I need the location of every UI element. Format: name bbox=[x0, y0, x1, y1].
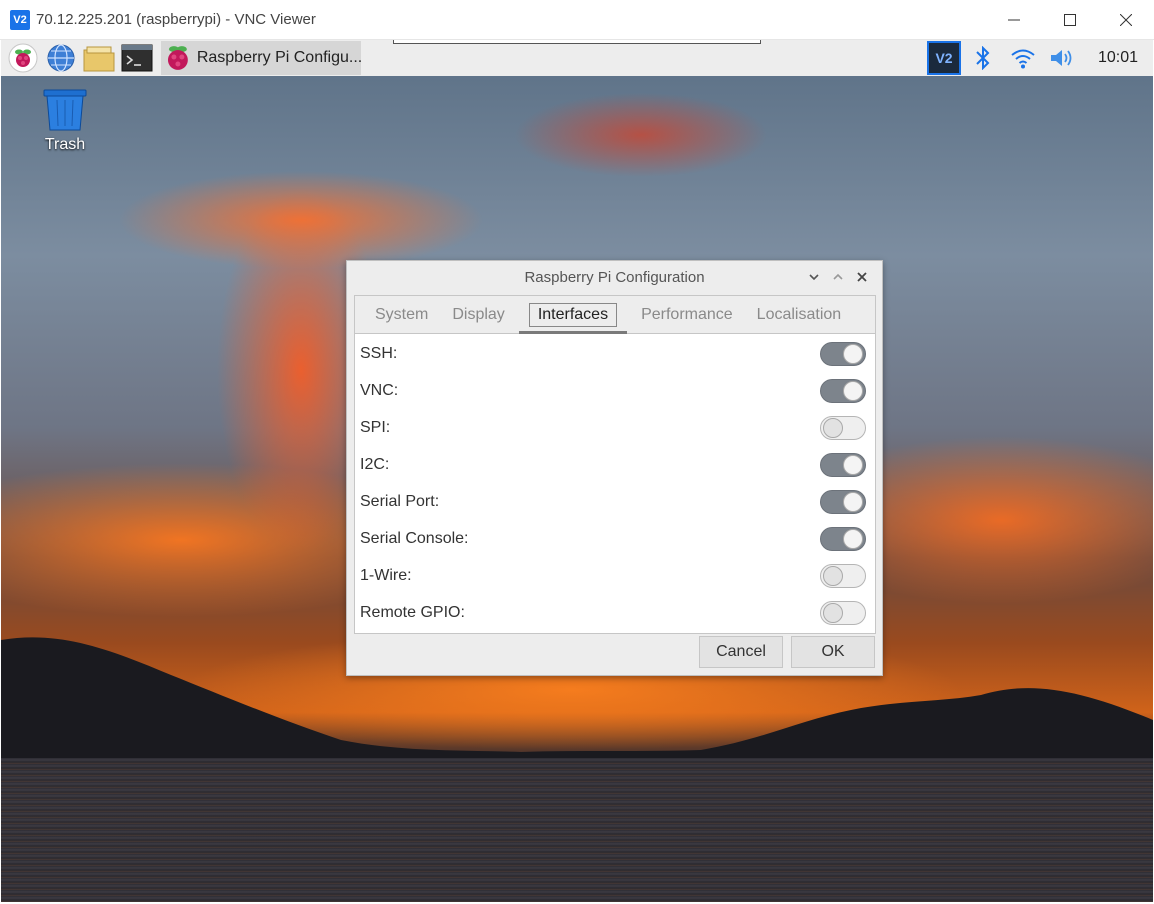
volume-button[interactable] bbox=[1045, 40, 1081, 76]
file-manager-button[interactable] bbox=[83, 42, 115, 74]
vnc-window-title: 70.12.225.201 (raspberrypi) - VNC Viewer bbox=[36, 11, 316, 28]
tab-interfaces[interactable]: Interfaces bbox=[517, 296, 629, 334]
minimize-button[interactable] bbox=[986, 0, 1042, 40]
interface-row-serial-console: Serial Console: bbox=[355, 520, 875, 557]
ok-button[interactable]: OK bbox=[791, 636, 875, 668]
interface-row-ssh: SSH: bbox=[355, 335, 875, 372]
clock[interactable]: 10:01 bbox=[1087, 49, 1149, 67]
minimize-icon bbox=[1008, 19, 1020, 21]
raspberry-icon bbox=[167, 46, 188, 70]
trash-label: Trash bbox=[44, 136, 86, 153]
taskbar: Raspberry Pi Configu... V2 10:01 bbox=[1, 40, 1153, 76]
web-browser-button[interactable] bbox=[45, 42, 77, 74]
interface-row-vnc: VNC: bbox=[355, 372, 875, 409]
toggle-knob bbox=[843, 528, 863, 549]
tab-label: Performance bbox=[641, 305, 733, 323]
interface-label: I2C: bbox=[360, 455, 390, 473]
trash-icon bbox=[43, 89, 87, 131]
close-button[interactable] bbox=[1098, 0, 1154, 40]
terminal-button[interactable] bbox=[121, 42, 153, 74]
folder-icon bbox=[83, 46, 115, 72]
close-icon bbox=[857, 272, 867, 282]
tab-localisation[interactable]: Localisation bbox=[745, 296, 854, 334]
serial-port-toggle[interactable] bbox=[820, 489, 866, 514]
toggle-knob bbox=[843, 454, 863, 475]
vnc-server-tray-icon[interactable]: V2 bbox=[927, 41, 961, 75]
interface-label: Remote GPIO: bbox=[360, 603, 465, 621]
vnc-logo-icon: V2 bbox=[10, 9, 30, 30]
dialog-buttons: Cancel OK bbox=[699, 636, 875, 668]
interface-label: SPI: bbox=[360, 418, 391, 436]
raspberry-pi-configuration-dialog: Raspberry Pi Configuration System Displa… bbox=[346, 260, 883, 676]
interface-label: VNC: bbox=[360, 381, 399, 399]
bluetooth-button[interactable] bbox=[965, 40, 1001, 76]
dialog-maximize-button[interactable] bbox=[826, 265, 850, 289]
tab-system[interactable]: System bbox=[363, 296, 440, 334]
system-tray: V2 10:01 bbox=[927, 40, 1153, 76]
interface-row-remote-gpio: Remote GPIO: bbox=[355, 594, 875, 631]
tab-label: Localisation bbox=[756, 305, 842, 323]
volume-icon bbox=[1051, 50, 1072, 66]
interfaces-list: SSH: VNC: SPI: I2C: Serial Port: Serial … bbox=[355, 334, 875, 631]
chevron-down-icon bbox=[809, 274, 819, 281]
vnc-titlebar: V2 70.12.225.201 (raspberrypi) - VNC Vie… bbox=[0, 0, 1154, 40]
taskbar-item-label: Raspberry Pi Configu... bbox=[196, 49, 361, 66]
tab-label: Interfaces bbox=[528, 302, 618, 327]
remote-gpio-toggle[interactable] bbox=[820, 600, 866, 625]
toggle-knob bbox=[843, 343, 863, 364]
dialog-window-controls bbox=[802, 261, 874, 293]
close-icon bbox=[1120, 14, 1132, 26]
tab-bar: System Display Interfaces Performance Lo… bbox=[355, 296, 875, 334]
window-controls bbox=[986, 0, 1154, 40]
desktop-trash[interactable]: Trash bbox=[37, 88, 93, 154]
one-wire-toggle[interactable] bbox=[820, 563, 866, 588]
dialog-titlebar[interactable]: Raspberry Pi Configuration bbox=[347, 261, 882, 293]
lake-water bbox=[1, 758, 1153, 902]
panel-placeholder bbox=[393, 40, 761, 44]
toggle-knob bbox=[843, 380, 863, 401]
maximize-icon bbox=[1064, 14, 1076, 26]
toggle-knob bbox=[823, 417, 843, 438]
terminal-icon bbox=[121, 44, 153, 72]
dialog-title: Raspberry Pi Configuration bbox=[524, 268, 705, 286]
toggle-knob bbox=[843, 491, 863, 512]
toggle-knob bbox=[823, 565, 843, 586]
serial-console-toggle[interactable] bbox=[820, 526, 866, 551]
dialog-minimize-button[interactable] bbox=[802, 265, 826, 289]
interface-row-spi: SPI: bbox=[355, 409, 875, 446]
interface-label: Serial Console: bbox=[360, 529, 469, 547]
cancel-button[interactable]: Cancel bbox=[699, 636, 783, 668]
toggle-knob bbox=[823, 602, 843, 623]
bluetooth-icon bbox=[976, 46, 990, 70]
raspberry-icon bbox=[8, 43, 38, 73]
taskbar-item-raspberry-pi-configuration[interactable]: Raspberry Pi Configu... bbox=[161, 41, 361, 75]
vnc-toggle[interactable] bbox=[820, 378, 866, 403]
interface-row-i2c: I2C: bbox=[355, 446, 875, 483]
settings-notebook: System Display Interfaces Performance Lo… bbox=[354, 295, 876, 634]
globe-icon bbox=[47, 44, 75, 72]
wifi-button[interactable] bbox=[1005, 40, 1041, 76]
tab-performance[interactable]: Performance bbox=[629, 296, 745, 334]
tab-label: System bbox=[375, 305, 429, 323]
chevron-up-icon bbox=[833, 273, 843, 280]
spi-toggle[interactable] bbox=[820, 415, 866, 440]
remote-desktop[interactable]: Raspberry Pi Configu... V2 10:01 Trash R… bbox=[1, 40, 1153, 902]
i2c-toggle[interactable] bbox=[820, 452, 866, 477]
dialog-close-button[interactable] bbox=[850, 265, 874, 289]
interface-row-serial-port: Serial Port: bbox=[355, 483, 875, 520]
ssh-toggle[interactable] bbox=[820, 341, 866, 366]
interface-label: 1-Wire: bbox=[360, 566, 412, 584]
tab-label: Display bbox=[452, 305, 505, 323]
raspberry-menu-button[interactable] bbox=[7, 42, 39, 74]
tab-display[interactable]: Display bbox=[440, 296, 516, 334]
interface-label: Serial Port: bbox=[360, 492, 440, 510]
interface-label: SSH: bbox=[360, 344, 398, 362]
maximize-button[interactable] bbox=[1042, 0, 1098, 40]
interface-row-1-wire: 1-Wire: bbox=[355, 557, 875, 594]
wifi-icon bbox=[1011, 49, 1035, 69]
